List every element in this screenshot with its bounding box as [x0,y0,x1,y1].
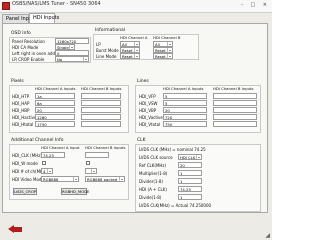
pixels-section-title: Pixels [11,79,24,84]
clk-label: Multiplier(1-8) [139,171,168,176]
pixels-col-b: HDI Channel B Inputs [81,86,122,91]
clk-label: Divide(1-8) [139,195,162,200]
app-icon [2,2,10,10]
window-title: OSBS/NAS/LMS Tuner - SN450 3064 [12,1,101,7]
info-label: LP [96,42,101,47]
pixels-label: HDI_HAP [12,101,30,106]
info-label: Burst Mode [96,48,119,53]
additional-label: HDI_W mode [12,161,38,166]
lines-label: HDI_VSW [139,101,158,106]
clk-divider-field[interactable]: 1 [178,178,202,184]
back-arrow-icon[interactable] [8,225,22,234]
pixels-label: HDI_HBP [12,108,30,113]
pixels-label: HDI_HTP [12,94,30,99]
lines-label: HDI_VFP [139,94,156,99]
additional-video-mode-a-dropdown[interactable]: RGB888 [41,176,79,182]
lines-col-a: HDI Channel A Inputs [163,86,204,91]
clk-label: HDI (A + CLK) [139,187,167,192]
osd-label: LR CROP Enable [12,57,45,62]
lines-vbp-b-field[interactable] [213,107,257,113]
additional-section-title: Additional Channel Info [11,138,64,143]
lines-section-title: Lines [137,79,149,84]
lr-crop-dropdown[interactable]: No [55,56,89,62]
lines-vactive-b-field[interactable] [213,114,257,120]
app-window: OSBS/NAS/LMS Tuner - SN450 3064 - □ × Pa… [0,0,272,240]
pixels-htotal-a-field[interactable]: 1750 [35,121,75,127]
clk-divide-field[interactable]: 1 [178,194,202,200]
pixels-col-a: HDI Channel A Inputs [35,86,76,91]
osd-section-title: OSD Info [11,31,31,36]
additional-w-mode-checkbox-b[interactable] [86,161,90,165]
clk-label: LVDS CLK (MHz) = nominal 74.25 [139,147,206,152]
main-panel: OSD Info Panel Resolution 1280x720 HDI C… [2,23,268,213]
pixels-label: HDI_Htotal [12,122,34,127]
lines-label: HDI_Vactive [139,115,163,120]
info-line-b-dropdown[interactable]: Reset [153,53,173,59]
clk-source-dropdown[interactable]: HDI CLK [178,154,202,160]
lines-vfp-b-field[interactable] [213,93,257,99]
bottom-bar: ◢ [0,214,272,240]
pixels-hbp-b-field[interactable] [81,107,121,113]
clk-label: LVDS CLK(MHz) = Actual 74.250000 [139,203,212,208]
back-arrow-shaft [13,227,22,232]
lines-vsw-b-field[interactable] [213,100,257,106]
additional-video-mode-b-dropdown[interactable]: RGB888 packed [85,176,125,182]
osd-label: Panel Resolution [12,39,45,44]
clk-ref-field[interactable]: 20 [178,162,202,168]
lvds-crop-button[interactable]: LVDS_CROP [13,188,37,195]
lines-vtotal-a-field[interactable]: 750 [163,121,207,127]
pixels-hactive-a-field[interactable]: 1280 [35,114,75,120]
additional-w-mode-checkbox-a[interactable] [42,161,46,165]
tab-hdi-inputs[interactable]: HDI Inputs [29,13,59,23]
pixels-htotal-b-field[interactable] [81,121,121,127]
clk-label: Ref CLK(MHz) [139,163,167,168]
rgbhd-mode-button[interactable]: RGBHD_MODE [61,188,89,195]
info-line-a-dropdown[interactable]: Reset [120,53,140,59]
informational-col-a: HDI Channel A [120,35,148,40]
additional-col-b: HDI Channel B Inputs [85,145,126,150]
osd-label: HDI CA Mode [12,45,39,50]
lines-label: HDI_VBP [139,108,157,113]
clk-multiplier-field[interactable]: 1 [178,170,202,176]
info-label: Line Mode [96,54,117,59]
lines-vtotal-b-field[interactable] [213,121,257,127]
lines-vbp-a-field[interactable]: 20 [163,107,207,113]
clk-label: Divider(1-8) [139,179,163,184]
lines-vfp-a-field[interactable]: 5 [163,93,207,99]
clk-hdi-field[interactable]: 74.25 [178,186,202,192]
lines-vsw-a-field[interactable]: 5 [163,100,207,106]
clk-section-title: CLK [137,138,146,143]
osd-label: Left right in oven add [12,51,55,56]
additional-clk-b-field[interactable] [85,152,109,158]
title-bar: OSBS/NAS/LMS Tuner - SN450 3064 - □ × [0,0,272,13]
additional-col-a: HDI Channel A input [41,145,80,150]
lines-label: HDI_Vtotal [139,122,161,127]
lines-vactive-a-field[interactable]: 720 [163,114,207,120]
additional-label: HDI_CLK (MHz) [12,153,42,158]
pixels-hbp-a-field[interactable]: 20 [35,107,75,113]
additional-label: HDI Video Mode [12,177,44,182]
pixels-hap-b-field[interactable] [81,100,121,106]
informational-col-b: HDI Channel B [153,35,181,40]
resize-grip-icon[interactable]: ◢ [265,232,270,239]
clk-label: LVDS CLK source [139,155,173,160]
tab-panel-inputs[interactable]: Panel Inputs [2,14,37,23]
pixels-hactive-b-field[interactable] [81,114,121,120]
additional-clk-a-field[interactable]: 74.25 [41,152,65,158]
lines-col-b: HDI Channel B Inputs [213,86,254,91]
pixels-htp-b-field[interactable] [81,93,121,99]
window-controls[interactable]: - □ × [241,2,270,8]
additional-ch-count-a-dropdown[interactable]: 4 [41,168,53,174]
pixels-label: HDI_Hactive [12,115,37,120]
pixels-htp-a-field[interactable]: 1a [35,93,75,99]
informational-section-title: Informational [95,28,126,33]
additional-ch-count-b-dropdown[interactable] [85,168,97,174]
pixels-hap-a-field[interactable]: 6a [35,100,75,106]
